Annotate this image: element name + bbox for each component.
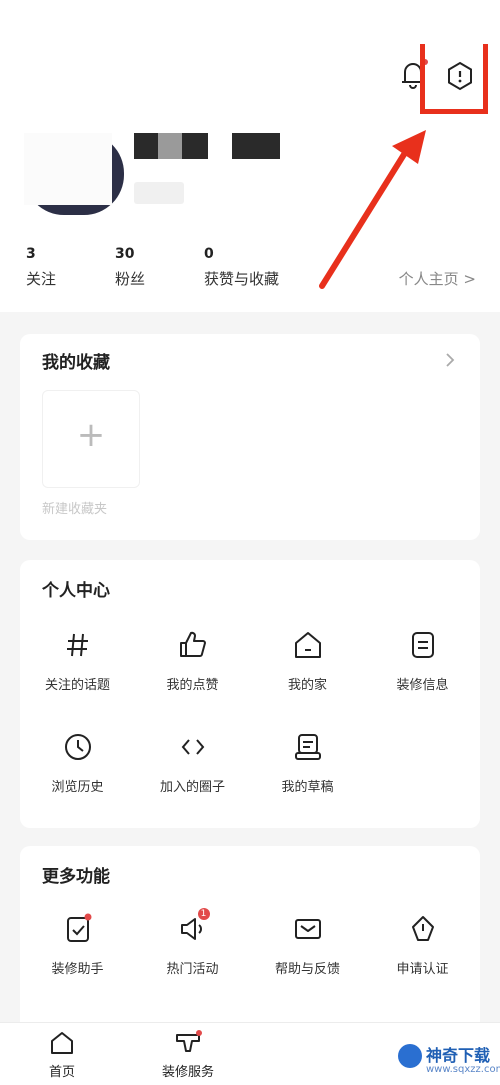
- more-functions-card: 更多功能 装修助手 1 热门活动 帮助与反馈 申请认证: [20, 846, 480, 1036]
- plus-icon: +: [76, 415, 106, 455]
- grid-item-label: 我的草稿: [281, 780, 334, 795]
- draft-icon: [291, 730, 325, 764]
- chevron-right-icon[interactable]: [444, 352, 456, 368]
- grid-item-label: 装修信息: [396, 678, 449, 693]
- personal-center-title: 个人中心: [42, 581, 110, 601]
- grid-item-topics[interactable]: 关注的话题: [20, 628, 135, 693]
- more-functions-title: 更多功能: [42, 867, 110, 887]
- grid-item-certification[interactable]: 申请认证: [365, 912, 480, 977]
- username-mosaic: [134, 133, 158, 159]
- document-icon: [406, 628, 440, 662]
- stat-count: 3: [26, 246, 36, 262]
- favorites-title: 我的收藏: [42, 353, 110, 373]
- service-icon: [173, 1029, 203, 1057]
- username-mosaic: [232, 133, 280, 159]
- username-mosaic: [182, 133, 208, 159]
- grid-item-help-feedback[interactable]: 帮助与反馈: [250, 912, 365, 977]
- notification-badge: 1: [197, 908, 210, 920]
- grid-item-label: 加入的圈子: [159, 780, 225, 795]
- profile-home-link[interactable]: 个人主页 >: [399, 268, 476, 289]
- stat-label: 关注: [26, 270, 57, 288]
- megaphone-icon: 1: [176, 908, 210, 946]
- grid-item-label: 浏览历史: [51, 780, 104, 795]
- home-icon: [48, 1029, 76, 1057]
- personal-center-card: 个人中心 关注的话题 我的点赞 我的家 装修信息 浏览历史 加入的圈子 我的草稿: [20, 560, 480, 828]
- grid-item-renovation-info[interactable]: 装修信息: [365, 628, 480, 693]
- nav-label: 装修服务: [161, 1065, 214, 1080]
- watermark-url: www.sqxzz.com: [426, 1064, 500, 1075]
- watermark-title: 神奇下载: [426, 1046, 491, 1065]
- favorites-card: 我的收藏 + 新建收藏夹: [20, 334, 480, 540]
- stat-label: 粉丝: [115, 270, 146, 288]
- grid-item-label: 关注的话题: [44, 678, 110, 693]
- new-collection-button[interactable]: +: [42, 390, 140, 488]
- watermark: 神奇下载 www.sqxzz.com: [396, 1040, 500, 1084]
- grid-item-assistant[interactable]: 装修助手: [20, 912, 135, 977]
- highlight-box: [420, 44, 488, 114]
- grid-item-hot-events[interactable]: 1 热门活动: [135, 908, 250, 977]
- grid-item-label: 申请认证: [396, 962, 449, 977]
- grid-item-label: 帮助与反馈: [274, 962, 340, 977]
- avatar-mosaic: [24, 133, 112, 205]
- grid-item-drafts[interactable]: 我的草稿: [250, 730, 365, 795]
- clipboard-check-icon: [61, 912, 95, 946]
- grid-item-history[interactable]: 浏览历史: [20, 730, 135, 795]
- grid-item-label: 我的点赞: [166, 678, 219, 693]
- nav-item-renovation-service[interactable]: 装修服务: [148, 1029, 228, 1080]
- mail-icon: [291, 912, 325, 946]
- stat-count: 0: [204, 246, 214, 262]
- hashtag-icon: [61, 628, 95, 662]
- grid-item-label: 热门活动: [166, 962, 219, 977]
- nav-item-home[interactable]: 首页: [36, 1029, 88, 1080]
- grid-item-my-home[interactable]: 我的家: [250, 628, 365, 693]
- stat-count: 30: [115, 246, 135, 262]
- clock-icon: [61, 730, 95, 764]
- badge-icon: [406, 912, 440, 946]
- user-subtitle-blur: [134, 182, 184, 204]
- grid-item-likes[interactable]: 我的点赞: [135, 628, 250, 693]
- grid-item-label: 我的家: [287, 678, 327, 693]
- new-collection-label: 新建收藏夹: [42, 502, 108, 517]
- code-icon: [176, 730, 210, 764]
- home-icon: [291, 628, 325, 662]
- thumbs-up-icon: [176, 628, 210, 662]
- grid-item-label: 装修助手: [51, 962, 104, 977]
- username-mosaic: [158, 133, 182, 159]
- watermark-logo-icon: [398, 1044, 422, 1068]
- stat-label: 获赞与收藏: [204, 270, 280, 288]
- grid-item-circles[interactable]: 加入的圈子: [135, 730, 250, 795]
- profile-header: 3 关注 30 粉丝 0 获赞与收藏 个人主页 >: [0, 0, 500, 312]
- nav-label: 首页: [48, 1065, 75, 1080]
